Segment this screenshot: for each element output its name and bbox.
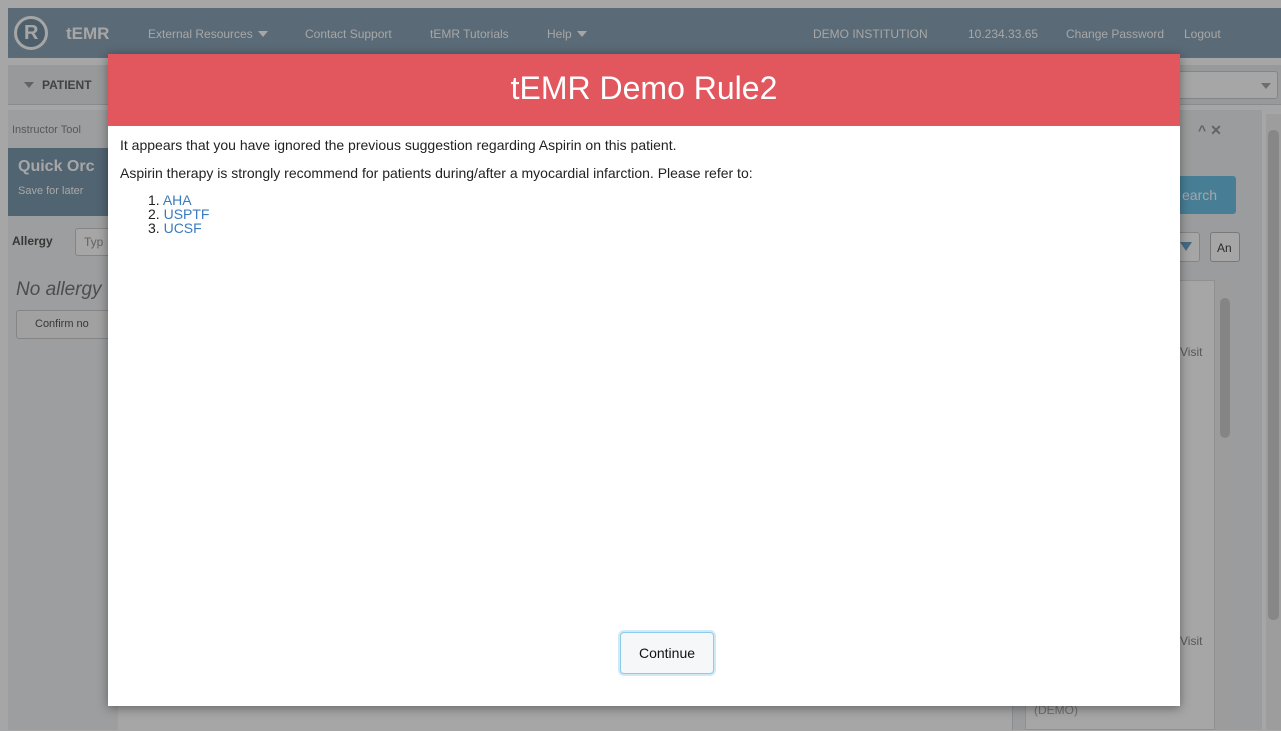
reference-item: 1. AHA — [148, 193, 209, 207]
rule-alert-dialog: tEMR Demo Rule2 It appears that you have… — [108, 54, 1180, 706]
continue-button[interactable]: Continue — [620, 632, 714, 674]
reference-number: 3. — [148, 220, 160, 236]
reference-list: 1. AHA 2. USPTF 3. UCSF — [148, 193, 209, 235]
dialog-message-line: It appears that you have ignored the pre… — [120, 137, 677, 153]
dialog-header: tEMR Demo Rule2 — [108, 54, 1180, 126]
dialog-title: tEMR Demo Rule2 — [510, 70, 778, 106]
reference-item: 2. USPTF — [148, 207, 209, 221]
dialog-message-line: Aspirin therapy is strongly recommend fo… — [120, 165, 753, 181]
reference-item: 3. UCSF — [148, 221, 209, 235]
reference-link-ucsf[interactable]: UCSF — [164, 220, 202, 236]
